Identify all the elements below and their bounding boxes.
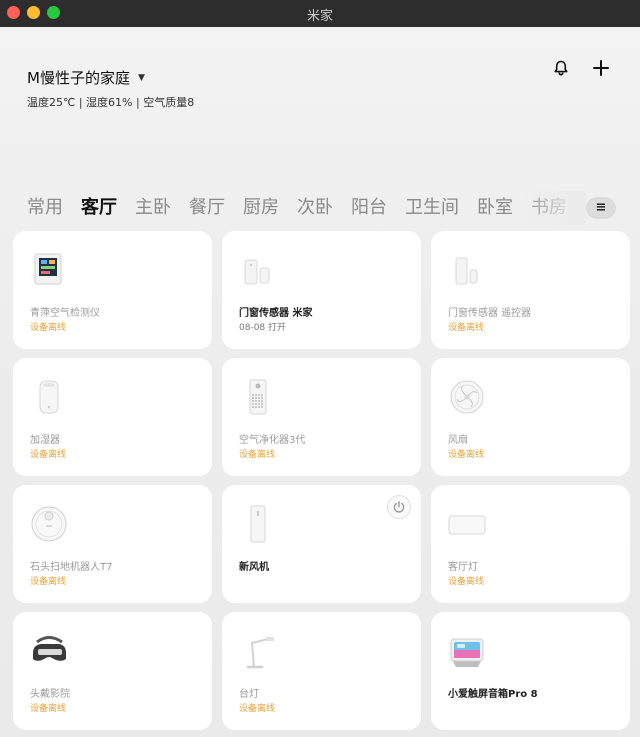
device-card[interactable]: 台灯 设备离线 [222, 612, 421, 730]
device-name: 加湿器 [30, 435, 60, 446]
ceiling-light-icon [447, 504, 487, 544]
device-status: 设备离线 [448, 577, 485, 587]
home-name-label: M慢性子的家庭 [27, 69, 130, 87]
device-name: 石头扫地机器人T7 [30, 562, 113, 573]
device-status: 设备离线 [239, 704, 276, 714]
device-card[interactable]: 头戴影院 设备离线 [13, 612, 212, 730]
device-status: 设备离线 [30, 450, 67, 460]
device-status: 设备离线 [239, 450, 276, 460]
door-sensor-remote-icon [447, 250, 487, 290]
power-icon[interactable] [387, 495, 411, 519]
room-tabs: 常用客厅主卧餐厅厨房次卧阳台卫生间卧室书房 [27, 196, 585, 222]
tab-room[interactable]: 餐厅 [189, 196, 225, 222]
device-name: 客厅灯 [448, 562, 478, 573]
environment-summary: 温度25℃ | 湿度61% | 空气质量8 [27, 96, 195, 109]
device-card[interactable]: 青萍空气检测仪 设备离线 [13, 231, 212, 349]
air-monitor-icon [29, 250, 69, 290]
tab-room[interactable]: 常用 [27, 196, 63, 222]
tab-room[interactable]: 厨房 [243, 196, 279, 222]
device-name: 头戴影院 [30, 689, 70, 700]
device-status: 设备离线 [30, 704, 67, 714]
vr-headset-icon [29, 631, 69, 671]
tab-room[interactable]: 卫生间 [405, 196, 459, 222]
title-bar: 米家 [0, 0, 640, 27]
caret-down-icon: ▼ [137, 72, 145, 83]
device-card[interactable]: 加湿器 设备离线 [13, 358, 212, 476]
device-name: 青萍空气检测仪 [30, 308, 100, 319]
tab-room[interactable]: 主卧 [135, 196, 171, 222]
device-name: 门窗传感器 米家 [239, 308, 313, 319]
device-card[interactable]: 风扇 设备离线 [431, 358, 630, 476]
notification-bell-icon[interactable] [552, 59, 570, 77]
door-sensor-icon [238, 250, 278, 290]
tab-room[interactable]: 次卧 [297, 196, 333, 222]
device-name: 新风机 [239, 562, 269, 573]
device-card[interactable]: 客厅灯 设备离线 [431, 485, 630, 603]
fresh-air-icon [238, 504, 278, 544]
room-list-menu-button[interactable]: ≡ [586, 197, 616, 219]
home-selector[interactable]: M慢性子的家庭 ▼ [27, 67, 145, 88]
device-grid: 青萍空气检测仪 设备离线 门窗传感器 米家 08-08 打开 门窗传感器 遥控器 设备离线… [13, 231, 630, 730]
humidifier-icon [29, 377, 69, 417]
device-name: 门窗传感器 遥控器 [448, 308, 532, 319]
fan-icon [447, 377, 487, 417]
device-card[interactable]: 石头扫地机器人T7 设备离线 [13, 485, 212, 603]
smart-display-icon [447, 631, 487, 671]
device-name: 台灯 [239, 689, 259, 700]
tabs-fade-overlay [520, 191, 586, 225]
device-card[interactable]: 门窗传感器 米家 08-08 打开 [222, 231, 421, 349]
tab-room[interactable]: 阳台 [351, 196, 387, 222]
device-status: 设备离线 [30, 577, 67, 587]
tab-room[interactable]: 客厅 [81, 196, 117, 222]
window-title: 米家 [306, 9, 333, 24]
device-status: 设备离线 [448, 450, 485, 460]
device-status: 设备离线 [448, 323, 485, 333]
add-device-icon[interactable] [591, 58, 611, 78]
device-status: 设备离线 [30, 323, 67, 333]
device-card[interactable]: 新风机 [222, 485, 421, 603]
device-card[interactable]: 小爱触屏音箱Pro 8 [431, 612, 630, 730]
desk-lamp-icon [238, 631, 278, 671]
tab-room[interactable]: 卧室 [477, 196, 513, 222]
air-purifier-icon [238, 377, 278, 417]
device-card[interactable]: 空气净化器3代 设备离线 [222, 358, 421, 476]
device-name: 空气净化器3代 [239, 435, 306, 446]
device-name: 风扇 [448, 435, 468, 446]
device-status: 08-08 打开 [239, 323, 287, 333]
main-content: M慢性子的家庭 ▼ 温度25℃ | 湿度61% | 空气质量8 常用 客厅 主卧 餐厅… [0, 27, 640, 737]
device-card[interactable]: 门窗传感器 遥控器 设备离线 [431, 231, 630, 349]
robot-vacuum-icon [29, 504, 69, 544]
device-name: 小爱触屏音箱Pro 8 [448, 689, 538, 700]
